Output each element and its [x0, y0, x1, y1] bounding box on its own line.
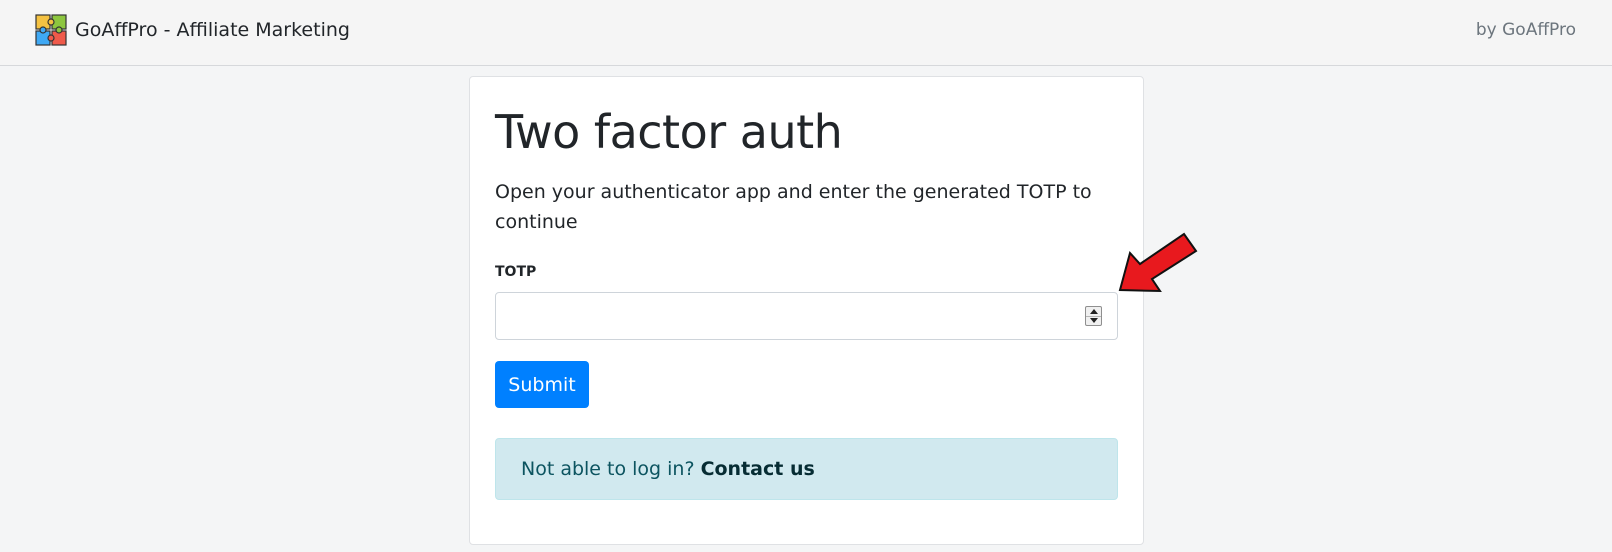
number-spinner[interactable]: [1085, 306, 1102, 326]
byline: by GoAffPro: [1475, 20, 1576, 40]
puzzle-icon: [35, 14, 67, 46]
help-text: Not able to log in?: [521, 458, 695, 480]
caret-up-icon: [1089, 308, 1098, 314]
caret-down-icon: [1089, 318, 1098, 324]
help-alert: Not able to log in? Contact us: [495, 438, 1118, 500]
brand-name: GoAffPro - Affiliate Marketing: [75, 19, 350, 41]
submit-button[interactable]: Submit: [495, 361, 589, 408]
red-arrow-icon: [1118, 232, 1198, 293]
brand[interactable]: GoAffPro - Affiliate Marketing: [35, 14, 350, 46]
totp-label: TOTP: [495, 264, 537, 280]
decrement-button[interactable]: [1086, 315, 1101, 326]
totp-input[interactable]: [495, 292, 1118, 340]
contact-us-link[interactable]: Contact us: [701, 458, 815, 480]
increment-button[interactable]: [1086, 307, 1101, 316]
two-factor-card: Two factor auth Open your authenticator …: [469, 76, 1144, 545]
instruction-text: Open your authenticator app and enter th…: [495, 181, 1092, 233]
page-title: Two factor auth: [495, 105, 843, 159]
top-navbar: GoAffPro - Affiliate Marketing by GoAffP…: [0, 0, 1612, 66]
